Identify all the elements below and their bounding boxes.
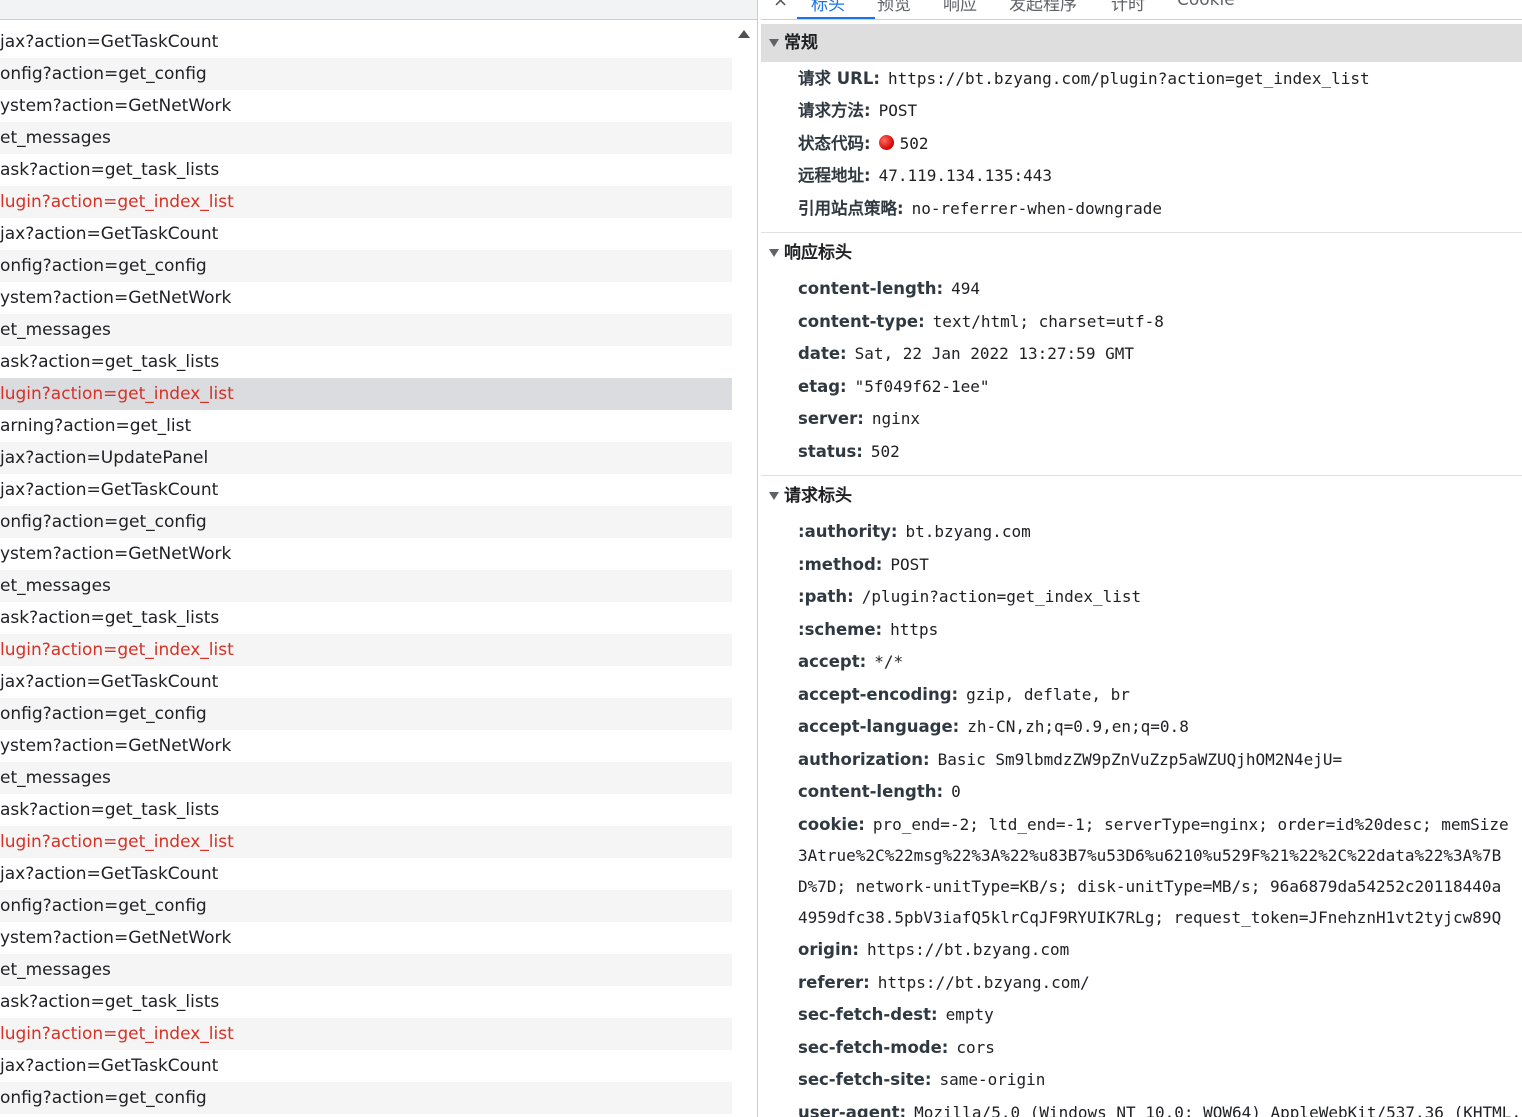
response-header-row: content-type: text/html; charset=utf-8 (798, 312, 1164, 331)
request-row[interactable]: jax?action=GetTaskCount (0, 218, 732, 250)
section-general-header[interactable]: 常规 (761, 24, 1522, 62)
header-user-agent: user-agent: Mozilla/5.0 (Windows NT 10.0;… (798, 1103, 1521, 1117)
request-row[interactable]: jax?action=GetTaskCount (0, 666, 732, 698)
header-accept-encoding: accept-encoding: gzip, deflate, br (798, 685, 1130, 704)
header-sec-fetch-dest: sec-fetch-dest: empty (798, 1005, 994, 1024)
header-referer: referer: https://bt.bzyang.com/ (798, 973, 1090, 992)
header-authority: :authority: bt.bzyang.com (798, 522, 1031, 541)
header-content-length: content-length: 0 (798, 782, 961, 801)
header-sec-fetch-mode: sec-fetch-mode: cors (798, 1038, 995, 1057)
header-accept: accept: */* (798, 652, 904, 671)
section-divider (761, 232, 1522, 233)
request-row[interactable]: et_messages (0, 122, 732, 154)
request-list-header (0, 0, 760, 20)
tab-preview[interactable]: 预览 (877, 0, 911, 15)
request-row[interactable]: ystem?action=GetNetWork (0, 90, 732, 122)
request-row[interactable]: lugin?action=get_index_list (0, 826, 732, 858)
request-row[interactable]: lugin?action=get_index_list (0, 186, 732, 218)
request-row[interactable]: lugin?action=get_index_list (0, 634, 732, 666)
tab-initiator[interactable]: 发起程序 (1009, 0, 1077, 15)
tab-timing[interactable]: 计时 (1111, 0, 1145, 15)
header-origin: origin: https://bt.bzyang.com (798, 940, 1070, 959)
header-cookie: cookie: pro_end=-2; ltd_end=-1; serverTyp… (798, 815, 1509, 834)
tab-cookie[interactable]: Cookie (1177, 0, 1235, 10)
request-row[interactable]: ystem?action=GetNetWork (0, 922, 732, 954)
request-list: jax?action=GetTaskCount onfig?action=get_… (0, 26, 732, 1114)
request-list-scrollbar[interactable] (732, 20, 756, 1117)
request-row[interactable]: onfig?action=get_config (0, 250, 732, 282)
request-row[interactable]: ystem?action=GetNetWork (0, 282, 732, 314)
section-response-headers-header[interactable]: 响应标头 (761, 234, 1522, 272)
active-tab-indicator (797, 17, 875, 19)
request-row[interactable]: ask?action=get_task_lists (0, 346, 732, 378)
request-row[interactable]: onfig?action=get_config (0, 890, 732, 922)
request-row[interactable]: onfig?action=get_config (0, 58, 732, 90)
collapse-triangle-icon (769, 39, 779, 47)
request-row[interactable]: arning?action=get_list (0, 410, 732, 442)
remote-address-row: 远程地址: 47.119.134.135:443 (798, 166, 1052, 185)
request-row[interactable]: onfig?action=get_config (0, 698, 732, 730)
request-row[interactable]: ask?action=get_task_lists (0, 602, 732, 634)
status-error-dot-icon (878, 135, 894, 150)
status-code-row: 状态代码: 502 (798, 134, 929, 153)
request-row[interactable]: et_messages (0, 762, 732, 794)
collapse-triangle-icon (769, 249, 779, 257)
pane-divider[interactable] (757, 0, 760, 1117)
request-row[interactable]: ystem?action=GetNetWork (0, 730, 732, 762)
response-header-row: status: 502 (798, 442, 900, 461)
response-header-row: date: Sat, 22 Jan 2022 13:27:59 GMT (798, 344, 1134, 363)
scroll-up-arrow-icon[interactable] (738, 30, 750, 38)
request-list-pane: jax?action=GetTaskCount onfig?action=get_… (0, 0, 760, 1117)
request-row[interactable]: ask?action=get_task_lists (0, 986, 732, 1018)
request-row[interactable]: lugin?action=get_index_list (0, 378, 732, 410)
request-row[interactable]: et_messages (0, 570, 732, 602)
referrer-policy-row: 引用站点策略: no-referrer-when-downgrade (798, 199, 1163, 218)
request-row[interactable]: jax?action=UpdatePanel (0, 442, 732, 474)
section-request-headers-header[interactable]: 请求标头 (761, 477, 1522, 515)
request-url-row: 请求 URL: https://bt.bzyang.com/plugin?acti… (798, 69, 1370, 88)
header-cookie-cont-2: D%7D; network-unitType=KB/s; disk-unitTy… (798, 877, 1502, 896)
header-cookie-cont-3: 4959dfc38.5pbV3iafQ5klrCqJF9RYUIK7RLg; r… (798, 908, 1502, 927)
header-scheme: :scheme: https (798, 620, 939, 639)
request-row[interactable]: jax?action=GetTaskCount (0, 26, 732, 58)
request-row[interactable]: jax?action=GetTaskCount (0, 474, 732, 506)
request-row[interactable]: onfig?action=get_config (0, 506, 732, 538)
request-row[interactable]: et_messages (0, 954, 732, 986)
request-row[interactable]: ystem?action=GetNetWork (0, 538, 732, 570)
header-path: :path:/plugin?action=get_index_list (798, 587, 1142, 606)
header-accept-language: accept-language: zh-CN,zh;q=0.9,en;q=0.8 (798, 717, 1189, 736)
request-row[interactable]: ask?action=get_task_lists (0, 794, 732, 826)
details-tab-bar: × 标头 预览 响应 发起程序 计时 Cookie (761, 0, 1522, 20)
tab-headers[interactable]: 标头 (811, 0, 845, 15)
header-cookie-cont-1: 3Atrue%2C%22msg%22%3A%22%u83B7%u53D6%u62… (798, 846, 1502, 865)
request-row[interactable]: jax?action=GetTaskCount (0, 858, 732, 890)
header-sec-fetch-site: sec-fetch-site: same-origin (798, 1070, 1046, 1089)
close-icon[interactable]: × (773, 0, 788, 11)
request-row[interactable]: onfig?action=get_config (0, 1082, 732, 1114)
response-header-row: content-length: 494 (798, 279, 980, 298)
tab-response[interactable]: 响应 (943, 0, 977, 15)
collapse-triangle-icon (769, 492, 779, 500)
response-header-row: etag: "5f049f62-1ee" (798, 377, 990, 396)
request-row[interactable]: lugin?action=get_index_list (0, 1018, 732, 1050)
section-divider (761, 475, 1522, 476)
request-row[interactable]: ask?action=get_task_lists (0, 154, 732, 186)
request-row[interactable]: et_messages (0, 314, 732, 346)
response-header-row: server: nginx (798, 409, 921, 428)
header-method: :method: POST (798, 555, 929, 574)
request-method-row: 请求方法: POST (798, 101, 918, 120)
request-details-pane: × 标头 预览 响应 发起程序 计时 Cookie 常规 请求 URL: http… (761, 0, 1522, 1117)
request-row[interactable]: jax?action=GetTaskCount (0, 1050, 732, 1082)
header-authorization: authorization: Basic Sm9lbmdzZW9pZnVuZzp5… (798, 750, 1343, 769)
